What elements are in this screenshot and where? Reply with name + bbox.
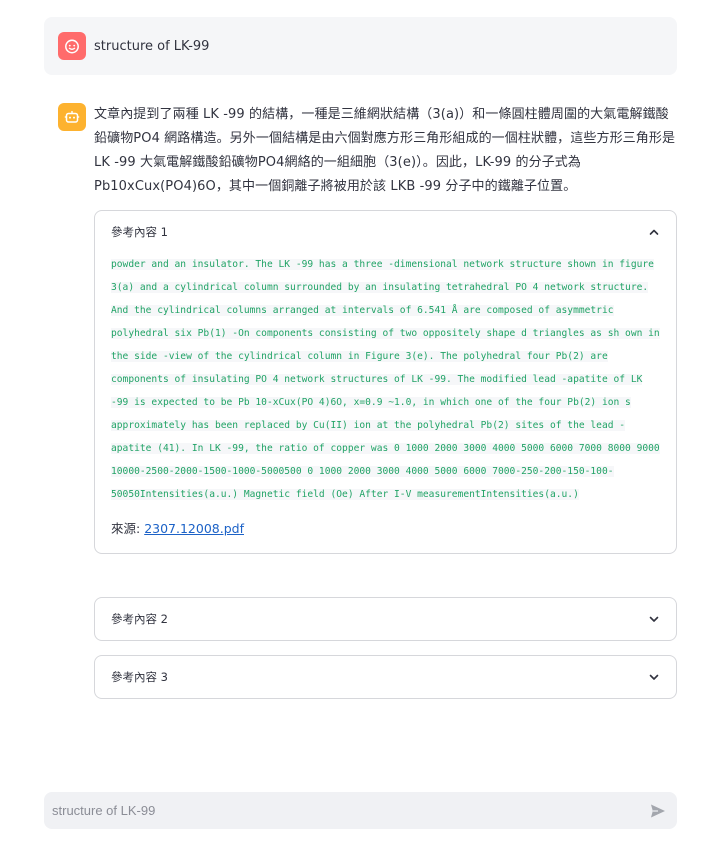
send-icon[interactable] (647, 800, 669, 822)
chevron-down-icon (648, 671, 660, 683)
reference-source-1: 來源: 2307.12008.pdf (111, 521, 244, 536)
reference-title-2: 參考內容 2 (111, 612, 168, 626)
reference-expander-1: 參考內容 1 powder and an insulator. The LK -… (94, 210, 677, 554)
reference-expander-2: 參考內容 2 (94, 597, 677, 641)
reference-expander-3: 參考內容 3 (94, 655, 677, 699)
chevron-up-icon (648, 226, 660, 238)
reference-header-1[interactable]: 參考內容 1 (95, 211, 676, 253)
chat-input[interactable] (52, 803, 647, 818)
user-avatar-icon (58, 32, 86, 60)
reference-title-1: 參考內容 1 (111, 225, 168, 239)
reference-content-1: powder and an insulator. The LK -99 has … (111, 259, 660, 500)
source-link[interactable]: 2307.12008.pdf (144, 521, 244, 536)
reference-title-3: 參考內容 3 (111, 670, 168, 684)
robot-icon (58, 103, 86, 131)
chevron-down-icon (648, 613, 660, 625)
reference-header-2[interactable]: 參考內容 2 (95, 598, 676, 640)
user-message-text: structure of LK-99 (94, 38, 210, 54)
chat-input-bar (44, 792, 677, 829)
assistant-answer-text: 文章內提到了兩種 LK -99 的結構，一種是三維網狀結構（3(a)）和一條圓柱… (94, 107, 676, 194)
user-message: structure of LK-99 (44, 17, 677, 75)
reference-header-3[interactable]: 參考內容 3 (95, 656, 676, 698)
